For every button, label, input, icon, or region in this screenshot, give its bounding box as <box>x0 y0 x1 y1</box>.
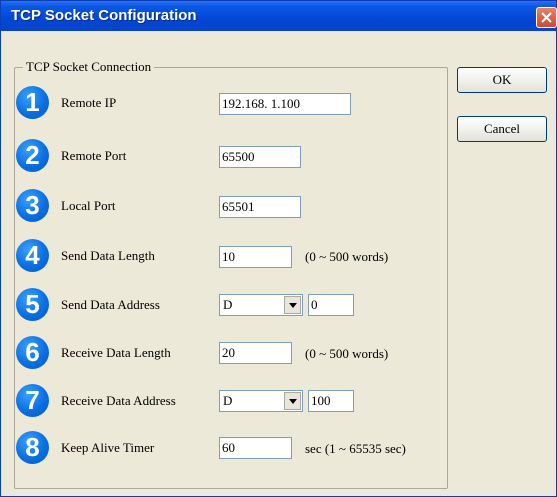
ok-button[interactable]: OK <box>457 67 547 93</box>
keep-alive-timer-field[interactable]: 60 <box>219 437 292 459</box>
cancel-button[interactable]: Cancel <box>457 116 547 142</box>
step-7-badge: 7 <box>16 384 49 417</box>
send-data-length-range: (0 ~ 500 words) <box>305 249 389 264</box>
send-data-length-field[interactable]: 10 <box>219 246 292 268</box>
receive-address-field[interactable]: 100 <box>308 390 354 412</box>
close-icon <box>541 12 552 23</box>
step-3-badge: 3 <box>16 189 49 222</box>
send-device-value: D <box>223 297 233 312</box>
local-port-label: Local Port <box>61 198 116 213</box>
step-6-badge: 6 <box>16 336 49 369</box>
send-data-address-label: Send Data Address <box>61 297 160 312</box>
remote-port-label: Remote Port <box>61 148 127 163</box>
receive-data-address-label: Receive Data Address <box>61 393 176 408</box>
chevron-down-icon[interactable] <box>284 296 301 314</box>
remote-ip-field[interactable]: 192.168. 1.100 <box>219 93 351 115</box>
keep-alive-timer-label: Keep Alive Timer <box>61 440 155 455</box>
receive-device-select[interactable]: D <box>219 390 303 412</box>
title-bar[interactable]: TCP Socket Configuration <box>1 1 557 31</box>
receive-data-length-range: (0 ~ 500 words) <box>305 346 389 361</box>
step-8-badge: 8 <box>16 431 49 464</box>
remote-port-field[interactable]: 65500 <box>219 146 301 168</box>
window-title: TCP Socket Configuration <box>11 7 197 24</box>
local-port-field[interactable]: 65501 <box>219 196 301 218</box>
send-data-length-label: Send Data Length <box>61 248 155 263</box>
step-2-badge: 2 <box>16 139 49 172</box>
step-5-badge: 5 <box>16 288 49 321</box>
chevron-down-icon[interactable] <box>284 392 301 410</box>
send-address-field[interactable]: 0 <box>308 294 354 316</box>
receive-data-length-field[interactable]: 20 <box>219 342 292 364</box>
send-device-select[interactable]: D <box>219 294 303 316</box>
receive-data-length-label: Receive Data Length <box>61 345 171 360</box>
receive-device-value: D <box>223 393 233 408</box>
step-1-badge: 1 <box>16 86 49 119</box>
tcp-socket-groupbox <box>14 67 448 489</box>
keep-alive-timer-range: sec (1 ~ 65535 sec) <box>305 441 406 456</box>
close-button[interactable] <box>536 7 557 28</box>
groupbox-label: TCP Socket Connection <box>23 59 155 75</box>
remote-ip-label: Remote IP <box>61 95 117 110</box>
step-4-badge: 4 <box>16 239 49 272</box>
dialog-window: TCP Socket Configuration TCP Socket Conn… <box>0 0 557 497</box>
